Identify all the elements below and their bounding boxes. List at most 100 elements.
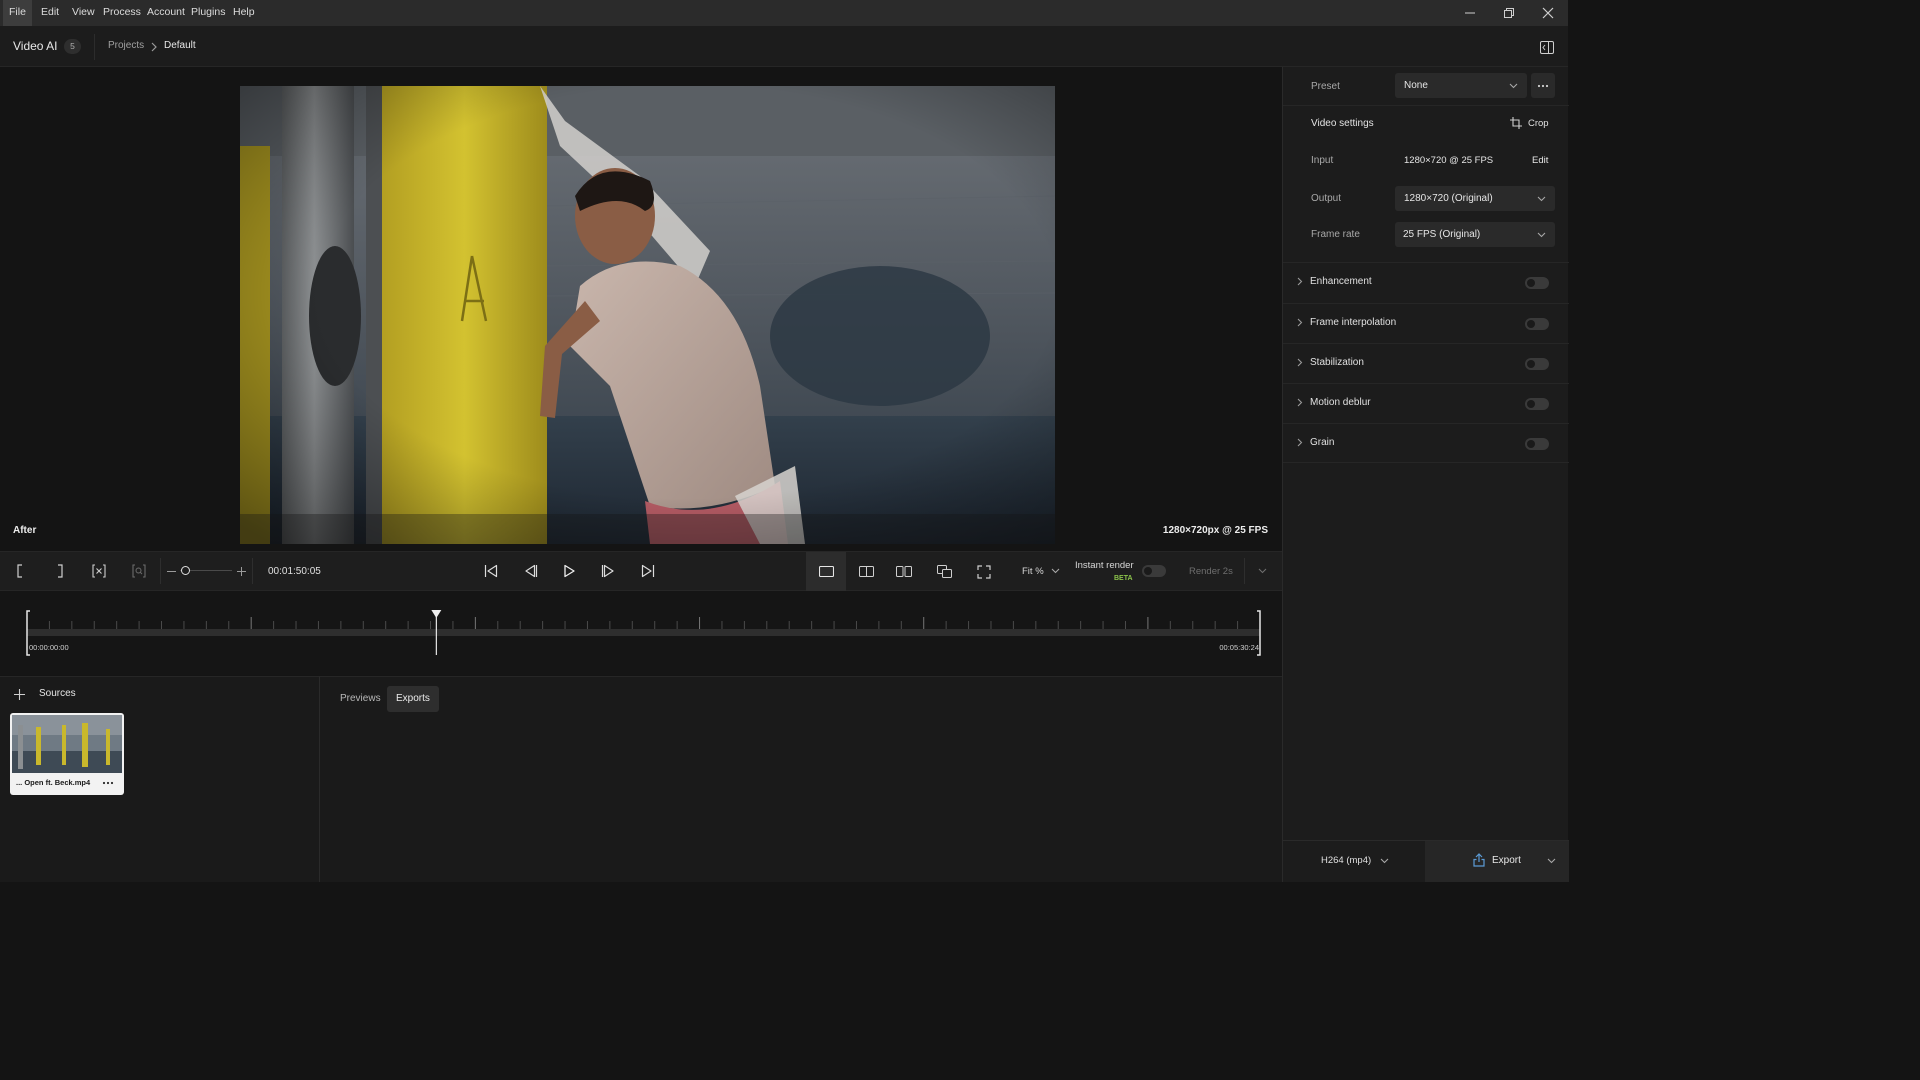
video-frame-image: [240, 86, 1055, 544]
preset-select[interactable]: None: [1395, 73, 1527, 98]
frame-interpolation-toggle[interactable]: [1525, 318, 1549, 330]
plus-icon: [236, 566, 246, 576]
render-button[interactable]: Render 2s: [1189, 566, 1233, 577]
restore-button[interactable]: [1489, 0, 1529, 26]
export-options-chevron-icon[interactable]: [1547, 858, 1556, 864]
preset-label: Preset: [1311, 81, 1340, 92]
video-preview-frame[interactable]: [240, 86, 1055, 544]
enhancement-toggle[interactable]: [1525, 277, 1549, 289]
minimize-icon: [1465, 12, 1475, 14]
tab-previews[interactable]: Previews: [331, 686, 390, 712]
output-value: 1280×720 (Original): [1404, 193, 1493, 204]
instant-render-label: Instant render: [1075, 560, 1134, 571]
timeline-end-time: 00:05:30:24: [1219, 643, 1259, 652]
clear-range-button[interactable]: [89, 561, 109, 581]
frame-rate-value: 25 FPS (Original): [1403, 229, 1481, 240]
format-value: H264 (mp4): [1321, 855, 1372, 866]
info-bar-overlay: [240, 514, 1055, 549]
restore-icon: [1504, 8, 1514, 18]
close-button[interactable]: [1528, 0, 1568, 26]
app-title: Video AI: [13, 39, 58, 53]
timecode-display: 00:01:50:05: [268, 566, 321, 577]
next-frame-button[interactable]: [597, 560, 619, 582]
timeline[interactable]: 00:00:00:00 00:05:30:24: [0, 591, 1282, 675]
skip-start-icon: [484, 564, 498, 578]
go-to-start-button[interactable]: [480, 560, 502, 582]
controls-divider: [160, 558, 161, 584]
menu-view[interactable]: View: [66, 0, 101, 26]
output-select[interactable]: 1280×720 (Original): [1395, 186, 1555, 211]
export-button[interactable]: Export: [1425, 841, 1569, 882]
settings-panel: Preset None Video settings Crop Input 12…: [1282, 67, 1569, 882]
minimize-button[interactable]: [1450, 0, 1490, 26]
side-by-side-icon: [896, 566, 912, 577]
chevron-right-icon: [1297, 438, 1303, 447]
single-view-icon: [818, 566, 834, 577]
breadcrumb-projects[interactable]: Projects: [108, 40, 144, 51]
zoom-in-button[interactable]: [234, 564, 248, 578]
section-grain[interactable]: Grain: [1283, 423, 1569, 463]
grain-toggle[interactable]: [1525, 438, 1549, 450]
sources-panel: Sources ... Open ft. Beck.mp4: [0, 676, 320, 882]
header-divider: [94, 34, 95, 60]
side-by-side-button[interactable]: [884, 552, 924, 591]
stabilization-toggle[interactable]: [1525, 358, 1549, 370]
crop-icon[interactable]: [1510, 117, 1522, 129]
menu-edit[interactable]: Edit: [35, 0, 65, 26]
play-icon: [564, 564, 575, 578]
section-frame-interpolation[interactable]: Frame interpolation: [1283, 303, 1569, 343]
fullscreen-button[interactable]: [964, 552, 1004, 591]
previous-frame-button[interactable]: [520, 560, 542, 582]
set-in-point-button[interactable]: [10, 561, 30, 581]
menu-file[interactable]: File: [3, 0, 32, 26]
timeline-ruler: [26, 610, 1261, 656]
crop-button[interactable]: Crop: [1528, 118, 1549, 129]
chevron-right-icon: [1297, 277, 1303, 286]
motion-deblur-toggle[interactable]: [1525, 398, 1549, 410]
breadcrumb-chevron-icon: [151, 42, 157, 52]
source-filename: ... Open ft. Beck.mp4: [16, 778, 91, 787]
tab-exports[interactable]: Exports: [387, 686, 439, 712]
menu-help[interactable]: Help: [227, 0, 261, 26]
menu-process[interactable]: Process: [97, 0, 147, 26]
more-options-icon[interactable]: [102, 781, 114, 785]
zoom-chevron-down-icon[interactable]: [1051, 568, 1060, 574]
single-view-button[interactable]: [806, 552, 846, 591]
menu-account[interactable]: Account: [141, 0, 191, 26]
section-label: Stabilization: [1310, 357, 1364, 368]
instant-render-toggle[interactable]: [1142, 565, 1166, 577]
render-options-chevron-icon[interactable]: [1258, 568, 1267, 574]
section-motion-deblur[interactable]: Motion deblur: [1283, 383, 1569, 423]
source-card[interactable]: ... Open ft. Beck.mp4: [10, 713, 124, 795]
chevron-down-icon: [1380, 858, 1389, 864]
compare-button[interactable]: [924, 552, 964, 591]
menu-plugins[interactable]: Plugins: [185, 0, 231, 26]
playhead-marker[interactable]: [431, 610, 442, 618]
chevron-right-icon: [1297, 358, 1303, 367]
play-button[interactable]: [558, 560, 580, 582]
format-select[interactable]: H264 (mp4): [1283, 841, 1425, 882]
go-to-end-button[interactable]: [637, 560, 659, 582]
sidebar-toggle-icon: [1540, 40, 1554, 54]
split-view-icon: [858, 566, 874, 577]
zoom-to-range-button[interactable]: [129, 561, 149, 581]
breadcrumb-default[interactable]: Default: [164, 40, 196, 51]
add-source-button[interactable]: [11, 686, 27, 702]
zoom-slider-handle[interactable]: [181, 566, 190, 575]
playback-controls: 00:01:50:05 Fit % Instant render BETA Re…: [0, 551, 1282, 591]
app-header: Video AI 5 Projects Default: [0, 26, 1568, 67]
input-edit-button[interactable]: Edit: [1532, 155, 1548, 166]
source-thumbnail: [12, 715, 122, 773]
section-enhancement[interactable]: Enhancement: [1283, 262, 1569, 302]
bracket-left-icon: [17, 564, 22, 578]
frame-rate-select[interactable]: 25 FPS (Original): [1395, 222, 1555, 247]
toggle-panel-button[interactable]: [1536, 38, 1558, 56]
zoom-out-button[interactable]: [164, 564, 178, 578]
split-view-button[interactable]: [846, 552, 886, 591]
set-out-point-button[interactable]: [50, 561, 70, 581]
zoom-select-label[interactable]: Fit %: [1022, 566, 1044, 577]
preset-more-button[interactable]: [1531, 73, 1555, 98]
more-options-icon: [1537, 84, 1549, 87]
video-settings-title: Video settings: [1311, 118, 1374, 129]
section-stabilization[interactable]: Stabilization: [1283, 343, 1569, 383]
